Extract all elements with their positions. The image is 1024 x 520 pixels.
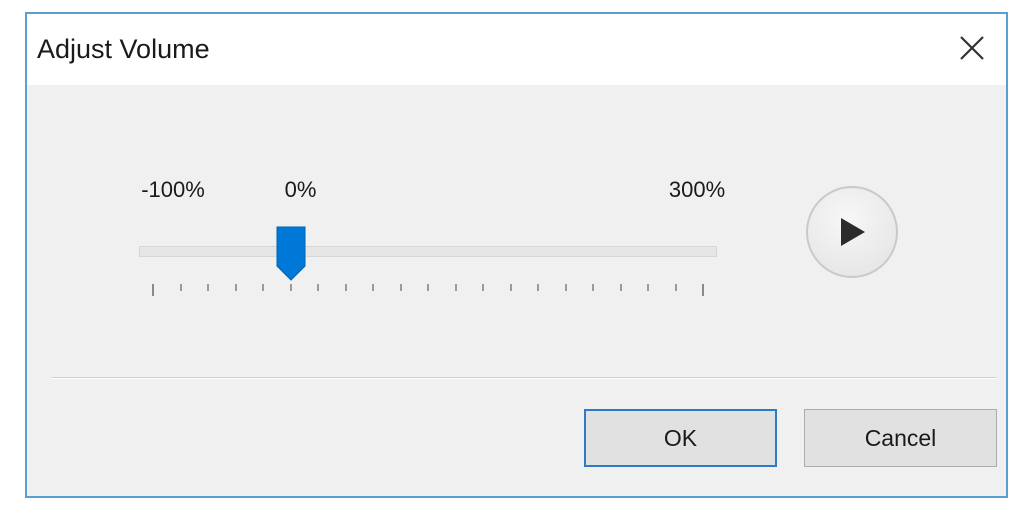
slider-tick bbox=[262, 284, 264, 291]
slider-tick bbox=[592, 284, 594, 291]
slider-tick bbox=[289, 284, 292, 291]
slider-tick bbox=[564, 284, 567, 291]
slider-max-label: 300% bbox=[668, 177, 726, 202]
slider-tick bbox=[509, 284, 512, 291]
close-icon bbox=[960, 36, 984, 60]
volume-slider[interactable] bbox=[139, 222, 717, 298]
cancel-button[interactable]: Cancel bbox=[804, 409, 997, 467]
slider-tick bbox=[647, 284, 649, 291]
slider-thumb[interactable] bbox=[276, 226, 306, 282]
slider-tick bbox=[344, 284, 347, 291]
slider-tick bbox=[152, 284, 154, 296]
play-icon bbox=[841, 218, 865, 246]
close-button[interactable] bbox=[952, 28, 992, 68]
slider-tick bbox=[454, 284, 457, 291]
slider-tick bbox=[317, 284, 319, 291]
play-button[interactable] bbox=[806, 186, 898, 278]
slider-track[interactable] bbox=[139, 246, 717, 257]
slider-tick bbox=[537, 284, 539, 291]
slider-tick bbox=[702, 284, 704, 296]
slider-tick bbox=[427, 284, 429, 291]
slider-tick bbox=[372, 284, 374, 291]
slider-min-label: -100% bbox=[141, 177, 205, 202]
slider-ticks bbox=[139, 284, 717, 300]
title-bar: Adjust Volume bbox=[27, 14, 1006, 85]
slider-zero-label: 0% bbox=[284, 177, 317, 202]
slider-tick bbox=[674, 284, 677, 291]
ok-button[interactable]: OK bbox=[584, 409, 777, 467]
slider-tick bbox=[399, 284, 402, 291]
slider-tick bbox=[482, 284, 484, 291]
separator bbox=[52, 377, 996, 379]
dialog-title: Adjust Volume bbox=[37, 34, 210, 64]
slider-tick bbox=[619, 284, 622, 291]
slider-tick bbox=[234, 284, 237, 291]
slider-tick bbox=[207, 284, 209, 291]
slider-tick bbox=[179, 284, 182, 291]
adjust-volume-dialog: Adjust Volume -100% 0% 300% OK Cancel bbox=[25, 12, 1008, 498]
